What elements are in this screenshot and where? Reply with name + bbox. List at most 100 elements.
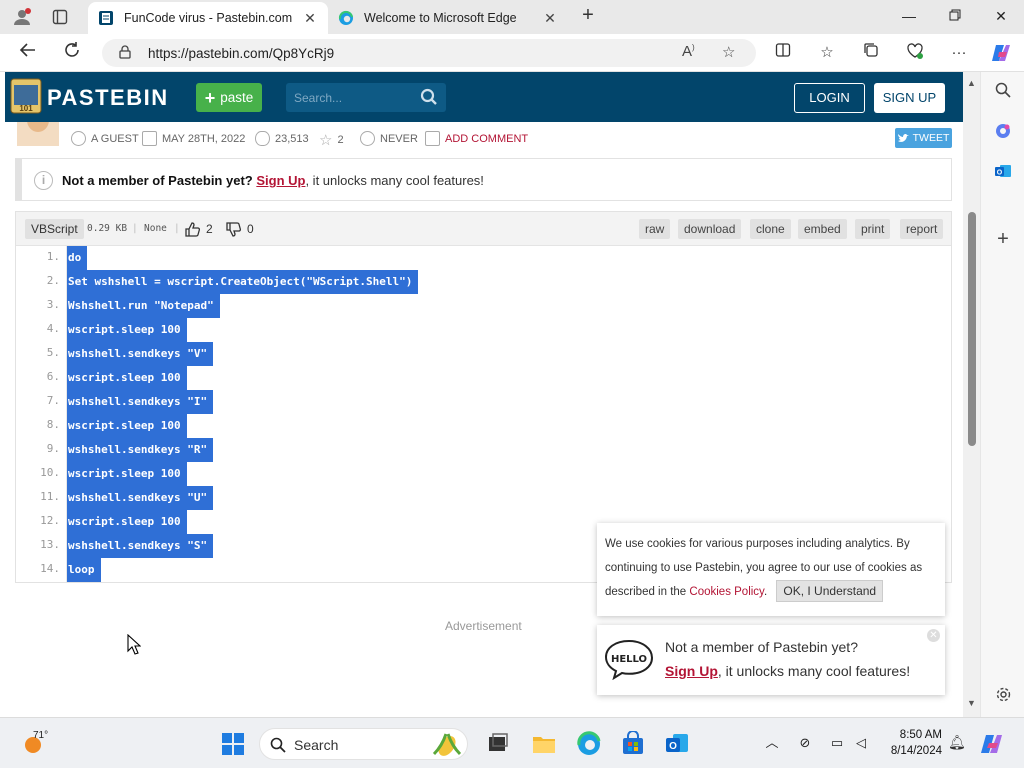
code-text[interactable]: wscript.sleep 100	[67, 510, 187, 534]
code-text[interactable]: wscript.sleep 100	[67, 366, 187, 390]
embed-button[interactable]: embed	[798, 219, 847, 239]
code-text[interactable]: wscript.sleep 100	[67, 414, 187, 438]
close-tab-icon[interactable]: ✕	[542, 10, 558, 27]
tab-edge-welcome[interactable]: Welcome to Microsoft Edge ✕	[328, 2, 568, 34]
back-button[interactable]	[16, 41, 40, 65]
add-comment-link[interactable]: ADD COMMENT	[445, 133, 528, 145]
signup-button[interactable]: SIGN UP	[874, 83, 945, 113]
sidebar-copilot-icon[interactable]	[992, 122, 1014, 144]
scroll-up-icon[interactable]: ▲	[967, 78, 976, 88]
popup-close-icon[interactable]: ✕	[927, 629, 940, 642]
close-tab-icon[interactable]: ✕	[302, 10, 318, 27]
restore-button[interactable]	[943, 4, 967, 28]
line-number: 13.	[40, 538, 60, 551]
browser-essentials-icon[interactable]	[904, 42, 926, 64]
scroll-down-icon[interactable]: ▼	[967, 698, 976, 708]
tab-pastebin[interactable]: FunCode virus - Pastebin.com ✕	[88, 2, 328, 34]
read-aloud-icon[interactable]: A)	[682, 43, 695, 60]
edge-favicon	[338, 10, 353, 25]
code-text[interactable]: wshshell.sendkeys "V"	[67, 342, 214, 366]
code-text[interactable]: wshshell.sendkeys "R"	[67, 438, 214, 462]
raw-button[interactable]: raw	[639, 219, 671, 239]
print-button[interactable]: print	[855, 219, 891, 239]
meta-stars[interactable]: ☆ 2	[319, 131, 344, 149]
minimize-button[interactable]: —	[897, 4, 921, 28]
notification-bell-icon[interactable]: 🔔︎	[948, 734, 966, 751]
pastebin-search[interactable]: Search...	[286, 83, 446, 112]
store-icon[interactable]	[620, 731, 646, 757]
url-text[interactable]: https://pastebin.com/Qp8YcRj9	[148, 46, 334, 61]
file-explorer-icon[interactable]	[531, 731, 557, 757]
system-clock[interactable]: 8:50 AM 8/14/2024	[880, 727, 942, 759]
more-menu-icon[interactable]: ···	[948, 42, 970, 64]
likes-count: 2	[206, 222, 213, 236]
address-bar[interactable]: https://pastebin.com/Qp8YcRj9 A) ☆	[102, 39, 756, 67]
task-view-icon[interactable]	[485, 731, 511, 757]
dislike-button[interactable]: 0	[225, 218, 254, 240]
new-tab-button[interactable]: +	[576, 4, 600, 28]
sidebar-search-icon[interactable]	[992, 82, 1014, 104]
scroll-thumb[interactable]	[968, 212, 976, 446]
login-button[interactable]: LOGIN	[794, 83, 865, 113]
sidebar-add-icon[interactable]: +	[992, 228, 1014, 250]
favorite-star-icon[interactable]: ☆	[722, 43, 735, 61]
pastebin-logo[interactable]: 101	[8, 77, 46, 115]
display-icon[interactable]: ▭	[828, 734, 846, 752]
code-text[interactable]: wscript.sleep 100	[67, 462, 187, 486]
edge-taskbar-icon[interactable]	[576, 731, 602, 757]
code-text[interactable]: wscript.sleep 100	[67, 318, 187, 342]
code-text[interactable]: wshshell.sendkeys "S"	[67, 534, 214, 558]
code-text[interactable]: wshshell.sendkeys "U"	[67, 486, 214, 510]
calendar-icon	[142, 131, 157, 146]
volume-icon[interactable]: ◁	[852, 734, 870, 752]
user-icon	[71, 131, 86, 146]
code-text[interactable]: wshshell.sendkeys "I"	[67, 390, 214, 414]
code-text[interactable]: do	[67, 246, 88, 270]
report-button[interactable]: report	[900, 219, 944, 239]
views-text: 23,513	[275, 132, 309, 145]
copilot-icon[interactable]	[990, 42, 1012, 64]
search-icon[interactable]	[420, 88, 438, 106]
page-scrollbar[interactable]: ▲ ▼	[963, 72, 980, 717]
code-text[interactable]: Set wshshell = wscript.CreateObject("WSc…	[67, 270, 419, 294]
clone-button[interactable]: clone	[750, 219, 791, 239]
start-button[interactable]	[220, 731, 246, 757]
profile-icon[interactable]	[12, 7, 32, 27]
outlook-taskbar-icon[interactable]: O	[664, 731, 690, 757]
language-badge[interactable]: VBScript	[25, 219, 84, 239]
copilot-taskbar-icon[interactable]	[980, 731, 1006, 757]
temperature[interactable]: 71°	[33, 730, 48, 741]
sidebar-settings-icon[interactable]	[992, 686, 1014, 708]
tab-actions-icon[interactable]	[50, 7, 70, 27]
code-line: 3. Wshshell.run "Notepad"	[16, 294, 951, 318]
meta-expires: NEVER	[360, 131, 418, 146]
favorites-icon[interactable]: ☆	[816, 42, 838, 64]
lock-icon[interactable]	[118, 45, 132, 59]
code-text[interactable]: loop	[67, 558, 101, 582]
code-line: 5. wshshell.sendkeys "V"	[16, 342, 951, 366]
code-text[interactable]: Wshshell.run "Notepad"	[67, 294, 220, 318]
notice-signup-link[interactable]: Sign Up	[256, 173, 305, 188]
line-number: 6.	[46, 370, 60, 383]
split-screen-icon[interactable]	[772, 42, 794, 64]
collections-icon[interactable]	[860, 42, 882, 64]
network-icon[interactable]: ⊘	[796, 734, 814, 752]
cookie-accept-button[interactable]: OK, I Understand	[776, 580, 884, 602]
refresh-button[interactable]	[60, 41, 84, 65]
meta-comment[interactable]: ADD COMMENT	[425, 131, 528, 146]
cookie-text: We use cookies for various purposes incl…	[605, 532, 941, 604]
like-button[interactable]: 2	[184, 218, 213, 240]
cookies-policy-link[interactable]: Cookies Policy	[689, 586, 764, 598]
pastebin-brand[interactable]: PASTEBIN	[47, 85, 169, 111]
popup-signup-link[interactable]: Sign Up	[665, 663, 718, 679]
windows-taskbar: 71° Search O ︿ ⊘ ▭ ◁ 8:50 AM 8/14/2024 🔔…	[0, 717, 1024, 768]
tray-overflow-icon[interactable]: ︿	[763, 734, 781, 752]
taskbar-search[interactable]: Search	[259, 728, 468, 760]
download-button[interactable]: download	[678, 219, 742, 239]
new-paste-button[interactable]: + paste	[196, 83, 262, 112]
tab-title: FunCode virus - Pastebin.com	[124, 11, 293, 25]
sidebar-outlook-icon[interactable]: O	[992, 162, 1014, 184]
tweet-button[interactable]: TWEET	[895, 128, 952, 148]
thumbs-down-icon	[226, 221, 242, 237]
close-window-button[interactable]: ✕	[989, 4, 1013, 28]
